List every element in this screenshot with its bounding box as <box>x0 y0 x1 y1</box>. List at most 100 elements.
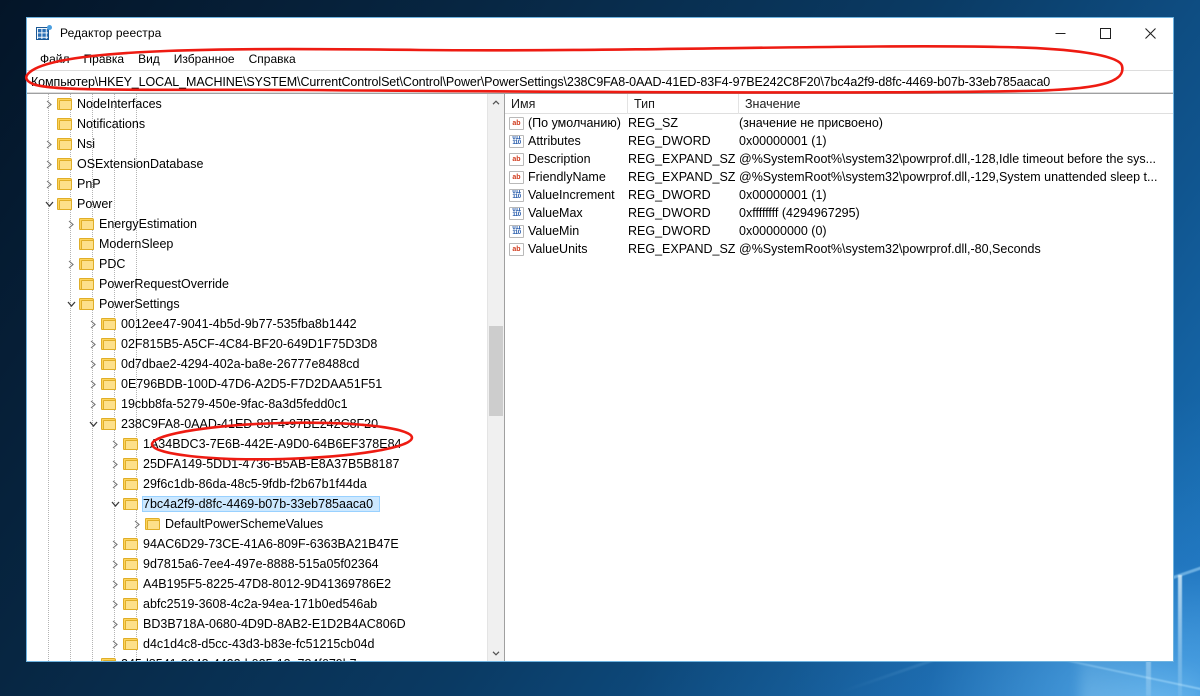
registry-tree[interactable]: NodeInterfaces Notifications Nsi OSExtensio… <box>27 94 487 661</box>
window-titlebar[interactable]: Редактор реестра <box>27 18 1173 48</box>
tree-item[interactable]: 238C9FA8-0AAD-41ED-83F4-97BE242C8F20 <box>27 414 487 434</box>
tree-item[interactable]: EnergyEstimation <box>27 214 487 234</box>
tree-item[interactable]: 7bc4a2f9-d8fc-4469-b07b-33eb785aaca0 <box>27 494 487 514</box>
value-row[interactable]: ab FriendlyName REG_EXPAND_SZ @%SystemRoot%… <box>505 168 1173 186</box>
chevron-right-icon[interactable] <box>63 254 79 274</box>
address-path-text[interactable]: Компьютер\HKEY_LOCAL_MACHINE\SYSTEM\Curr… <box>31 75 1050 89</box>
tree-item[interactable]: abfc2519-3608-4c2a-94ea-171b0ed546ab <box>27 594 487 614</box>
tree-item[interactable]: Power <box>27 194 487 214</box>
column-header-value[interactable]: Значение <box>739 94 1173 114</box>
value-row[interactable]: 011 110 Attributes REG_DWORD 0x00000001 (1) <box>505 132 1173 150</box>
tree-item[interactable]: PnP <box>27 174 487 194</box>
tree-item[interactable]: 0E796BDB-100D-47D6-A2D5-F7D2DAA51F51 <box>27 374 487 394</box>
folder-icon <box>79 217 95 231</box>
tree-scroll-track[interactable] <box>488 111 504 644</box>
maximize-button[interactable] <box>1083 18 1128 48</box>
chevron-down-icon[interactable] <box>107 494 123 514</box>
tree-item[interactable]: 29f6c1db-86da-48c5-9fdb-f2b67b1f44da <box>27 474 487 494</box>
tree-item[interactable]: A4B195F5-8225-47D8-8012-9D41369786E2 <box>27 574 487 594</box>
chevron-right-icon[interactable] <box>41 94 57 114</box>
tree-item[interactable]: 245d8541-3943-4422-b025-13a784f679b7 <box>27 654 487 661</box>
folder-icon <box>79 237 95 251</box>
folder-icon <box>123 497 139 511</box>
chevron-right-icon[interactable] <box>63 214 79 234</box>
tree-item[interactable]: 0d7dbae2-4294-402a-ba8e-26777e8488cd <box>27 354 487 374</box>
chevron-right-icon[interactable] <box>41 134 57 154</box>
tree-item[interactable]: Notifications <box>27 114 487 134</box>
value-data: 0x00000000 (0) <box>739 224 827 238</box>
tree-item[interactable]: 19cbb8fa-5279-450e-9fac-8a3d5fedd0c1 <box>27 394 487 414</box>
chevron-right-icon[interactable] <box>107 554 123 574</box>
tree-item[interactable]: 9d7815a6-7ee4-497e-8888-515a05f02364 <box>27 554 487 574</box>
chevron-right-icon[interactable] <box>107 574 123 594</box>
tree-item[interactable]: 1A34BDC3-7E6B-442E-A9D0-64B6EF378E84 <box>27 434 487 454</box>
tree-item[interactable]: DefaultPowerSchemeValues <box>27 514 487 534</box>
registry-tree-pane: NodeInterfaces Notifications Nsi OSExtensio… <box>27 94 505 661</box>
dword-value-icon: 011 110 <box>509 206 524 220</box>
value-type-cell: REG_EXPAND_SZ <box>628 152 739 166</box>
value-row[interactable]: 011 110 ValueMax REG_DWORD 0xffffffff (42949… <box>505 204 1173 222</box>
chevron-right-icon[interactable] <box>107 634 123 654</box>
folder-icon <box>123 477 139 491</box>
chevron-right-icon[interactable] <box>41 154 57 174</box>
menu-item-view[interactable]: Вид <box>131 50 167 68</box>
tree-item[interactable]: 25DFA149-5DD1-4736-B5AB-E8A37B5B8187 <box>27 454 487 474</box>
chevron-right-icon[interactable] <box>41 174 57 194</box>
value-row[interactable]: ab Description REG_EXPAND_SZ @%SystemRoot%\… <box>505 150 1173 168</box>
chevron-right-icon[interactable] <box>107 454 123 474</box>
tree-item[interactable]: BD3B718A-0680-4D9D-8AB2-E1D2B4AC806D <box>27 614 487 634</box>
tree-item[interactable]: OSExtensionDatabase <box>27 154 487 174</box>
address-bar[interactable]: Компьютер\HKEY_LOCAL_MACHINE\SYSTEM\Curr… <box>27 70 1173 93</box>
value-type-cell: REG_SZ <box>628 116 739 130</box>
tree-item-label: OSExtensionDatabase <box>77 157 204 171</box>
menu-item-help[interactable]: Справка <box>242 50 303 68</box>
chevron-right-icon[interactable] <box>129 514 145 534</box>
chevron-right-icon[interactable] <box>85 354 101 374</box>
column-header-type[interactable]: Тип <box>628 94 739 114</box>
value-row[interactable]: 011 110 ValueMin REG_DWORD 0x00000000 (0) <box>505 222 1173 240</box>
menu-item-file[interactable]: Файл <box>33 50 77 68</box>
chevron-right-icon[interactable] <box>85 654 101 661</box>
close-button[interactable] <box>1128 18 1173 48</box>
chevron-right-icon[interactable] <box>107 474 123 494</box>
tree-item[interactable]: 0012ee47-9041-4b5d-9b77-535fba8b1442 <box>27 314 487 334</box>
chevron-right-icon[interactable] <box>107 534 123 554</box>
menu-item-edit[interactable]: Правка <box>77 50 132 68</box>
tree-item[interactable]: NodeInterfaces <box>27 94 487 114</box>
tree-item[interactable]: ModernSleep <box>27 234 487 254</box>
scroll-up-icon[interactable] <box>488 94 504 111</box>
menu-item-favorites[interactable]: Избранное <box>167 50 242 68</box>
value-row[interactable]: 011 110 ValueIncrement REG_DWORD 0x00000001 … <box>505 186 1173 204</box>
tree-item[interactable]: PowerSettings <box>27 294 487 314</box>
tree-item[interactable]: PDC <box>27 254 487 274</box>
chevron-right-icon[interactable] <box>85 334 101 354</box>
tree-item[interactable]: d4c1d4c8-d5cc-43d3-b83e-fc51215cb04d <box>27 634 487 654</box>
chevron-right-icon[interactable] <box>107 614 123 634</box>
chevron-down-icon[interactable] <box>41 194 57 214</box>
chevron-right-icon[interactable] <box>107 594 123 614</box>
chevron-right-icon[interactable] <box>85 374 101 394</box>
folder-icon <box>123 597 139 611</box>
tree-item-label: PowerRequestOverride <box>99 277 229 291</box>
column-header-name[interactable]: Имя <box>505 94 628 114</box>
tree-scroll-thumb[interactable] <box>489 326 503 416</box>
value-row[interactable]: ab (По умолчанию) REG_SZ (значение не присв… <box>505 114 1173 132</box>
tree-item[interactable]: 94AC6D29-73CE-41A6-809F-6363BA21B47E <box>27 534 487 554</box>
folder-icon <box>57 177 73 191</box>
tree-item[interactable]: PowerRequestOverride <box>27 274 487 294</box>
values-rows[interactable]: ab (По умолчанию) REG_SZ (значение не присв… <box>505 114 1173 661</box>
minimize-button[interactable] <box>1038 18 1083 48</box>
chevron-down-icon[interactable] <box>85 414 101 434</box>
chevron-right-icon[interactable] <box>85 394 101 414</box>
tree-item[interactable]: 02F815B5-A5CF-4C84-BF20-649D1F75D3D8 <box>27 334 487 354</box>
window-title: Редактор реестра <box>60 26 162 40</box>
chevron-right-icon[interactable] <box>85 314 101 334</box>
chevron-right-icon[interactable] <box>107 434 123 454</box>
tree-vertical-scrollbar[interactable] <box>487 94 504 661</box>
value-row[interactable]: ab ValueUnits REG_EXPAND_SZ @%SystemRoot%\s… <box>505 240 1173 258</box>
scroll-down-icon[interactable] <box>488 644 504 661</box>
chevron-down-icon[interactable] <box>63 294 79 314</box>
value-name: ValueIncrement <box>528 188 615 202</box>
folder-icon <box>57 197 73 211</box>
tree-item[interactable]: Nsi <box>27 134 487 154</box>
